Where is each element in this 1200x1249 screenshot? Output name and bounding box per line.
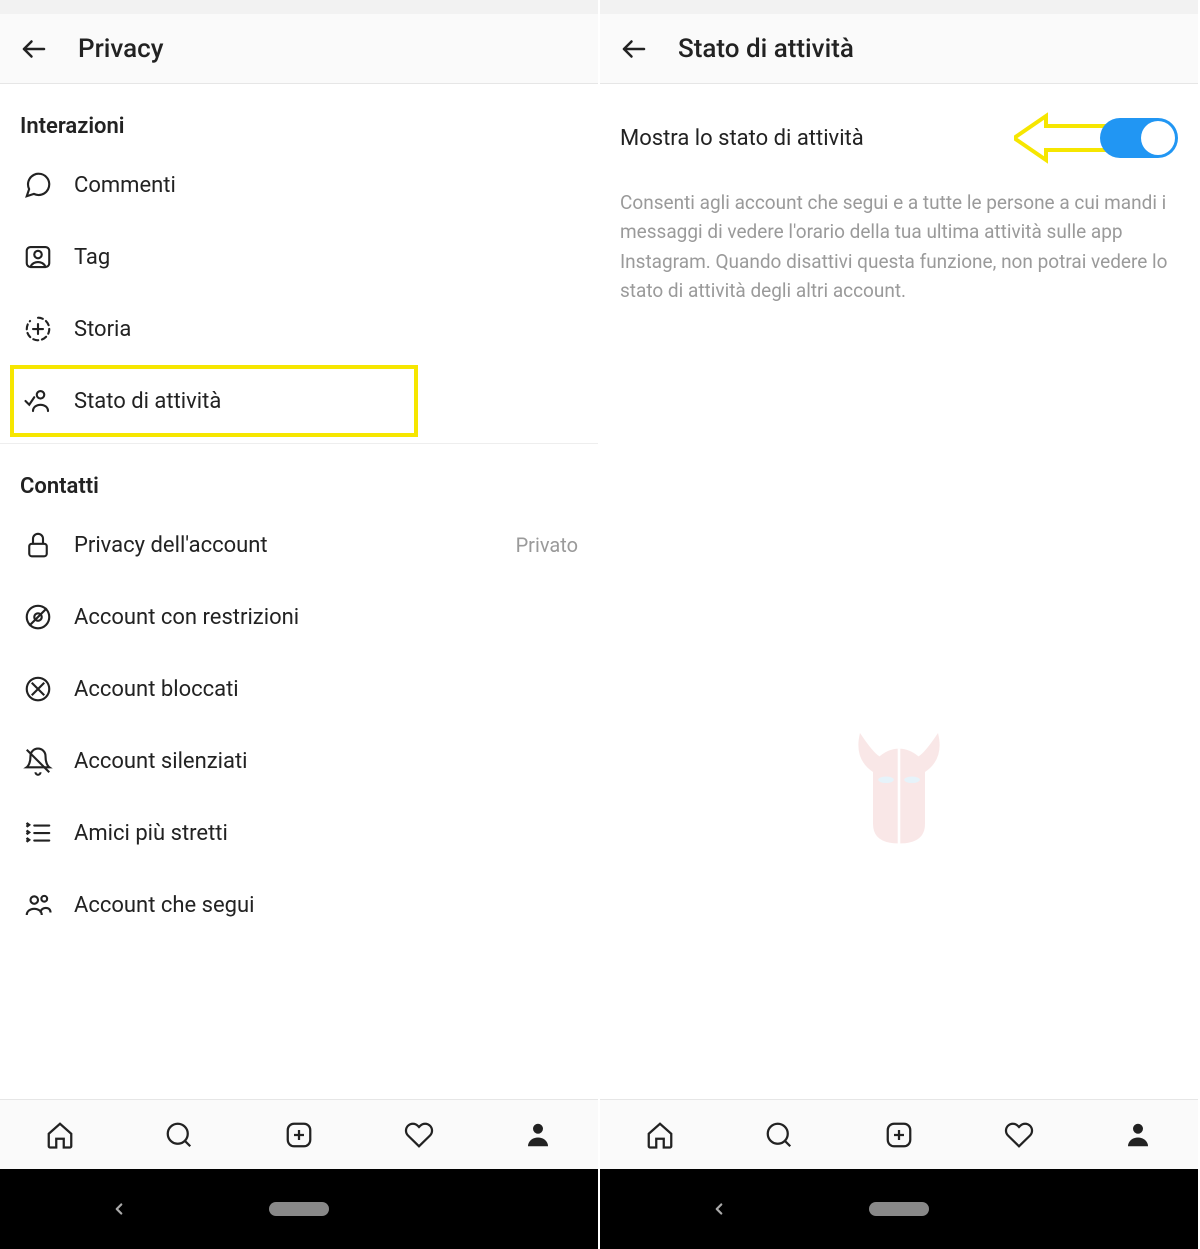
- nav-search[interactable]: [162, 1118, 196, 1152]
- heart-icon: [404, 1120, 434, 1150]
- activity-content: Mostra lo stato di attività Consenti agl…: [600, 84, 1198, 1099]
- section-interactions-title: Interazioni: [20, 114, 578, 139]
- nav-home[interactable]: [643, 1118, 677, 1152]
- item-account-privacy[interactable]: Privacy dell'account Privato: [20, 509, 578, 581]
- profile-icon: [523, 1120, 553, 1150]
- section-contacts-title: Contatti: [20, 474, 578, 499]
- bottom-nav: [600, 1099, 1198, 1169]
- app-header: Stato di attività: [600, 14, 1198, 84]
- add-post-icon: [284, 1120, 314, 1150]
- item-label: Amici più stretti: [74, 821, 578, 846]
- activity-status-screen: Stato di attività Mostra lo stato di att…: [600, 0, 1200, 1249]
- toggle-row: Mostra lo stato di attività: [620, 118, 1178, 158]
- android-back[interactable]: [710, 1200, 728, 1218]
- home-icon: [45, 1120, 75, 1150]
- item-comments[interactable]: Commenti: [20, 149, 578, 221]
- item-trail: Privato: [516, 533, 578, 557]
- nav-profile[interactable]: [1121, 1118, 1155, 1152]
- nav-activity[interactable]: [402, 1118, 436, 1152]
- story-icon: [20, 311, 56, 347]
- nav-search[interactable]: [762, 1118, 796, 1152]
- nav-add[interactable]: [882, 1118, 916, 1152]
- toggle-knob: [1141, 121, 1175, 155]
- status-bar: [600, 0, 1198, 14]
- watermark-icon: [834, 720, 964, 850]
- item-label: Account silenziati: [74, 749, 578, 774]
- nav-profile[interactable]: [521, 1118, 555, 1152]
- item-label: Tag: [74, 245, 578, 270]
- item-tag[interactable]: Tag: [20, 221, 578, 293]
- activity-status-icon: [20, 383, 56, 419]
- arrow-left-icon: [19, 34, 49, 64]
- muted-icon: [20, 743, 56, 779]
- toggle-description: Consenti agli account che segui e a tutt…: [620, 188, 1178, 306]
- nav-home[interactable]: [43, 1118, 77, 1152]
- nav-add[interactable]: [282, 1118, 316, 1152]
- search-icon: [764, 1120, 794, 1150]
- chevron-left-icon: [110, 1200, 128, 1218]
- toggle-label: Mostra lo stato di attività: [620, 126, 1100, 151]
- arrow-left-icon: [619, 34, 649, 64]
- android-recents[interactable]: [470, 1200, 488, 1218]
- close-friends-icon: [20, 815, 56, 851]
- android-nav-bar: [600, 1169, 1198, 1249]
- page-title: Privacy: [78, 34, 163, 64]
- android-home[interactable]: [269, 1202, 329, 1216]
- divider: [0, 443, 598, 444]
- item-restricted-accounts[interactable]: Account con restrizioni: [20, 581, 578, 653]
- privacy-screen: Privacy Interazioni Commenti Tag Storia: [0, 0, 600, 1249]
- item-label: Privacy dell'account: [74, 533, 516, 558]
- item-muted-accounts[interactable]: Account silenziati: [20, 725, 578, 797]
- item-label: Account che segui: [74, 893, 578, 918]
- nav-activity[interactable]: [1002, 1118, 1036, 1152]
- privacy-content: Interazioni Commenti Tag Storia Stato di…: [0, 84, 598, 1099]
- lock-icon: [20, 527, 56, 563]
- item-story[interactable]: Storia: [20, 293, 578, 365]
- item-label: Storia: [74, 317, 578, 342]
- following-icon: [20, 887, 56, 923]
- tag-icon: [20, 239, 56, 275]
- android-nav-bar: [0, 1169, 598, 1249]
- item-close-friends[interactable]: Amici più stretti: [20, 797, 578, 869]
- item-label: Account con restrizioni: [74, 605, 578, 630]
- comment-icon: [20, 167, 56, 203]
- restricted-icon: [20, 599, 56, 635]
- back-button[interactable]: [18, 33, 50, 65]
- page-title: Stato di attività: [678, 34, 854, 64]
- android-recents[interactable]: [1070, 1200, 1088, 1218]
- item-label: Commenti: [74, 173, 578, 198]
- back-button[interactable]: [618, 33, 650, 65]
- item-blocked-accounts[interactable]: Account bloccati: [20, 653, 578, 725]
- blocked-icon: [20, 671, 56, 707]
- search-icon: [164, 1120, 194, 1150]
- home-icon: [645, 1120, 675, 1150]
- item-label: Account bloccati: [74, 677, 578, 702]
- android-back[interactable]: [110, 1200, 128, 1218]
- activity-status-toggle[interactable]: [1100, 118, 1178, 158]
- bottom-nav: [0, 1099, 598, 1169]
- add-post-icon: [884, 1120, 914, 1150]
- item-label: Stato di attività: [74, 389, 414, 414]
- android-home[interactable]: [869, 1202, 929, 1216]
- heart-icon: [1004, 1120, 1034, 1150]
- item-activity-status[interactable]: Stato di attività: [10, 365, 418, 437]
- app-header: Privacy: [0, 14, 598, 84]
- status-bar: [0, 0, 598, 14]
- chevron-left-icon: [710, 1200, 728, 1218]
- item-following[interactable]: Account che segui: [20, 869, 578, 941]
- profile-icon: [1123, 1120, 1153, 1150]
